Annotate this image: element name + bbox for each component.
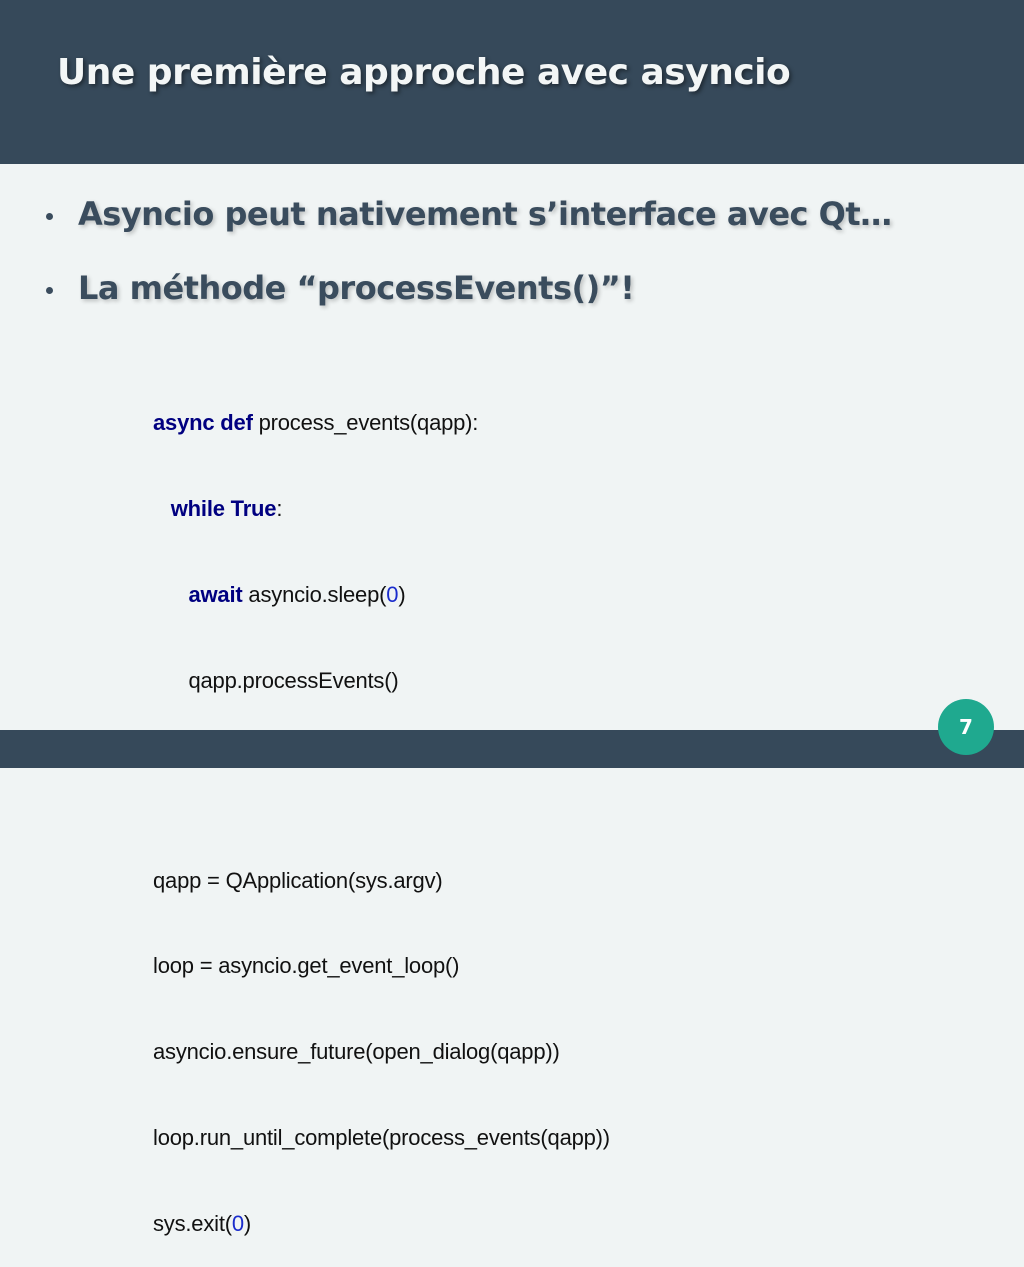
code-text: qapp.processEvents() [188,667,399,693]
bullet-dot-icon [46,213,53,220]
code-text: sys.exit( [153,1210,232,1236]
slide-title: Une première approche avec asyncio [57,52,791,93]
code-line: await asyncio.sleep(0) [153,581,610,610]
bullet-text: Asyncio peut nativement s’interface avec… [78,195,892,233]
code-text: : [276,495,283,521]
code-text: ) [243,1210,252,1236]
code-line: sys.exit(0) [153,1210,610,1239]
code-text: asyncio.ensure_future(open_dialog(qapp)) [153,1039,560,1065]
code-keyword: while True [170,495,277,521]
code-text: qapp = QApplication(sys.argv) [153,867,443,893]
code-block: async def process_events(qapp): while Tr… [153,352,610,1267]
code-line: async def process_events(qapp): [153,409,610,438]
code-text: ) [398,581,406,607]
slide-footer [0,730,1024,768]
code-line: while True: [153,495,610,524]
code-number: 0 [231,1210,244,1236]
code-line: asyncio.ensure_future(open_dialog(qapp)) [153,1038,610,1067]
code-text: asyncio.sleep( [242,581,387,607]
code-line: qapp.processEvents() [153,667,610,696]
code-line: qapp = QApplication(sys.argv) [153,867,610,896]
bullet-dot-icon [46,287,53,294]
code-text: loop = asyncio.get_event_loop() [153,953,460,979]
page-number-badge: 7 [938,699,994,755]
bullet-text: La méthode “processEvents()”! [78,269,635,307]
code-keyword: await [188,581,243,607]
bullet-item: La méthode “processEvents()”! [46,269,892,343]
slide-header: Une première approche avec asyncio [0,0,1024,164]
code-keyword: async def [153,410,253,436]
page-number: 7 [959,715,973,739]
code-text: process_events(qapp): [252,410,479,436]
code-line: loop = asyncio.get_event_loop() [153,952,610,981]
bullet-item: Asyncio peut nativement s’interface avec… [46,195,892,269]
code-text: loop.run_until_complete(process_events(q… [153,1124,610,1150]
bullet-list: Asyncio peut nativement s’interface avec… [46,195,892,343]
code-line: loop.run_until_complete(process_events(q… [153,1124,610,1153]
code-number: 0 [386,581,399,607]
